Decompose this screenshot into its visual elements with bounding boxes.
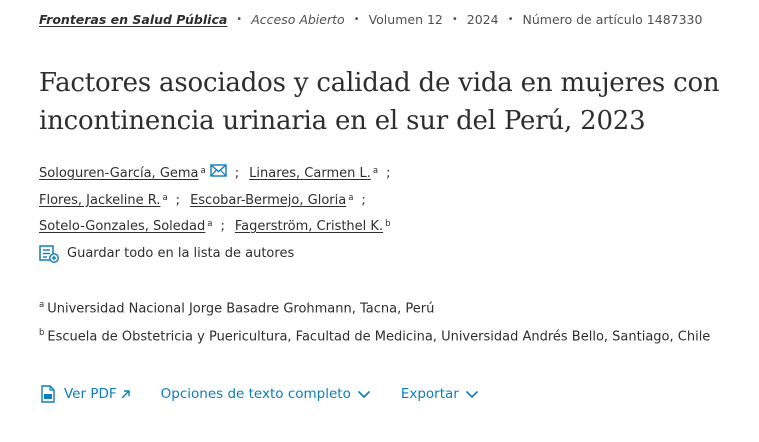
affiliation-marker: a [372, 166, 379, 176]
separator-dot: • [451, 14, 458, 25]
pdf-file-icon [41, 385, 55, 403]
affiliation-list: a Universidad Nacional Jorge Basadre Groh… [39, 300, 710, 356]
envelope-icon[interactable] [210, 164, 227, 181]
author-line: Sologuren-García, Gema a ; Linares, Carme… [39, 164, 400, 193]
author-link[interactable]: Fagerström, Cristhel K. [235, 219, 383, 234]
author-link[interactable]: Sologuren-García, Gema [39, 166, 199, 181]
separator-dot: • [236, 14, 243, 25]
arrow-up-right-icon [121, 389, 130, 398]
affiliation-item: b Escuela de Obstetricia y Puericultura, … [39, 328, 710, 356]
article-number-label: Número de artículo 1487330 [522, 12, 703, 27]
author-link[interactable]: Linares, Carmen L. [249, 166, 371, 181]
affiliation-item: a Universidad Nacional Jorge Basadre Groh… [39, 300, 710, 328]
affiliation-marker: b [385, 219, 391, 229]
affiliation-marker: a [162, 192, 168, 203]
separator-dot: • [507, 14, 514, 25]
access-label: Acceso Abierto [251, 12, 345, 27]
author-link[interactable]: Flores, Jackeline R. [39, 193, 160, 208]
chevron-down-icon [465, 390, 478, 398]
journal-name-link[interactable]: Fronteras en Salud Pública [39, 12, 227, 27]
article-title: Factores asociados y calidad de vida en … [39, 68, 720, 136]
affiliation-key: a [39, 300, 45, 310]
save-all-authors-button[interactable]: Guardar todo en la lista de autores [39, 244, 400, 263]
affiliation-marker: a [348, 192, 354, 203]
author-separator: ; [361, 192, 366, 208]
full-text-options-label: Opciones de texto completo [160, 386, 351, 402]
journal-header: Fronteras en Salud Pública • Acceso Abie… [39, 12, 702, 27]
list-add-icon [39, 244, 59, 263]
view-pdf-link[interactable]: Ver PDF [34, 385, 131, 403]
author-link[interactable]: Sotelo-Gonzales, Soledad [39, 219, 205, 234]
author-list: Sologuren-García, Gema a ; Linares, Carme… [39, 164, 400, 263]
author-separator: ; [175, 192, 181, 208]
author-line: Sotelo-Gonzales, Soledad a ; Fagerström, … [39, 219, 400, 246]
affiliation-text: Universidad Nacional Jorge Basadre Grohm… [47, 301, 435, 317]
volume-label: Volumen 12 [368, 12, 443, 27]
author-link[interactable]: Escobar-Bermejo, Gloria [190, 193, 346, 208]
affiliation-marker: a [200, 166, 206, 176]
save-all-label: Guardar todo en la lista de autores [67, 246, 295, 261]
export-label: Exportar [400, 386, 459, 402]
affiliation-key: b [39, 328, 45, 338]
affiliation-marker: a [207, 219, 213, 229]
author-separator: ; [386, 166, 391, 181]
export-dropdown[interactable]: Exportar [401, 386, 479, 402]
year-label: 2024 [466, 12, 499, 27]
separator-dot: • [353, 14, 360, 25]
author-separator: ; [234, 166, 240, 181]
article-actions: Ver PDF Opciones de texto completo Expor… [34, 385, 509, 403]
full-text-options-dropdown[interactable]: Opciones de texto completo [161, 386, 371, 402]
view-pdf-label: Ver PDF [64, 386, 117, 402]
chevron-down-icon [357, 390, 370, 398]
author-line: Flores, Jackeline R. a ; Escobar-Bermejo,… [39, 193, 400, 220]
affiliation-text: Escuela de Obstetricia y Puericultura, F… [47, 329, 711, 345]
author-separator: ; [220, 219, 225, 234]
